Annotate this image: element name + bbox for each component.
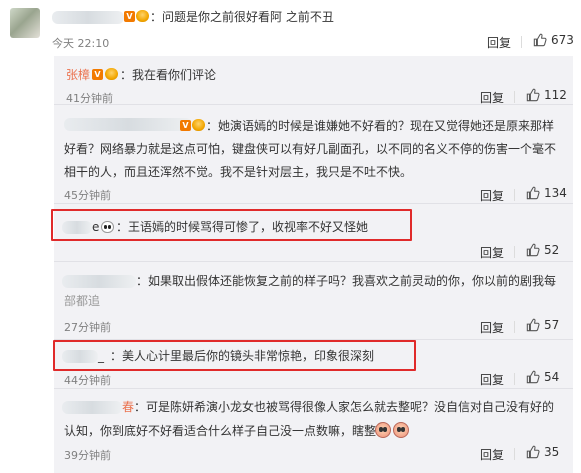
reply-text-line: 部都追 [64,294,101,308]
thumbs-up-icon [526,318,540,332]
like-count: 673 [551,33,574,47]
reply-list: 张樟 V ：我在看你们评论 41分钟前 回复 112 V ：她演语嫣的时候是谁嫌… [54,56,573,473]
like-button[interactable]: 112 [526,88,567,102]
divider [514,373,515,385]
like-count: 134 [544,186,567,200]
reply-button[interactable]: 回复 [480,187,504,204]
level-badge-icon [136,10,149,22]
level-badge-icon [192,119,205,131]
comment-time: 今天 22:10 [52,37,110,50]
comment-text: ：问题是你之前很好看阿 之前不丑 [150,10,334,24]
reply-button[interactable]: 回复 [480,446,504,463]
divider [514,321,515,333]
reply-text-line: ：如果取出假体还能恢复之前的样子吗？我喜欢之前灵动的你，你以前的剧我每 [136,274,557,288]
divider [514,189,515,201]
main-comment: V ：问题是你之前很好看阿 之前不丑 今天 22:10 回复 673 [0,0,581,56]
reply-item: V ：她演语嫣的时候是谁嫌她不好看的？现在又觉得她还是原来那样 好看？网络暴力就… [54,105,573,204]
reply-time: 39分钟前 [64,449,111,462]
highlight-box [51,209,412,241]
reply-item: 张樟 V ：我在看你们评论 41分钟前 回复 112 [54,56,573,105]
like-count: 54 [544,370,560,384]
blurred-username[interactable] [62,275,136,288]
thumbs-up-icon [526,370,540,384]
reply-item: 春 ：可是陈妍希演小龙女也被骂得很像人家怎么就去整呢？没自信对自己没有好的 认知… [54,389,573,473]
reply-text-line: 相干的人，而且还浑然不觉。我不是针对层主，我只是不吐不快。 [64,165,413,179]
shocked-face-icon [375,422,391,438]
reply-text-line: 认知，你到底好不好看适合什么样子自己没一点数嘛，瞎整 [64,424,377,438]
thumbs-up-icon [526,243,540,257]
like-button[interactable]: 57 [526,318,559,332]
reply-button[interactable]: 回复 [480,371,504,388]
divider [514,246,515,258]
avatar[interactable] [10,8,40,38]
vip-badge-icon: V [92,69,103,80]
divider [514,448,515,460]
vip-badge-icon: V [180,120,191,131]
reply-text-line: ：可是陈妍希演小龙女也被骂得很像人家怎么就去整呢？没自信对自己没有好的 [134,400,555,414]
shocked-face-icon [393,422,409,438]
divider [521,36,522,48]
reply-button[interactable]: 回复 [480,319,504,336]
like-button[interactable]: 52 [526,243,559,257]
like-count: 57 [544,318,560,332]
reply-button[interactable]: 回复 [480,244,504,261]
like-button[interactable]: 54 [526,370,559,384]
like-button[interactable]: 673 [533,33,574,47]
reply-text-line: 好看？网络暴力就是这点可怕，键盘侠可以有好几副面孔，以不同的名义不停的伤害一个毫… [64,142,557,156]
like-count: 112 [544,88,567,102]
thumbs-up-icon [526,88,540,102]
reply-time: 27分钟前 [64,321,111,334]
reply-item: ：如果取出假体还能恢复之前的样子吗？我喜欢之前灵动的你，你以前的剧我每 部都追 … [54,262,573,340]
reply-text-line: ：她演语嫣的时候是谁嫌她不好看的？现在又觉得她还是原来那样 [206,119,555,133]
level-badge-icon [105,68,118,80]
reply-username-suffix[interactable]: 春 [122,398,134,416]
reply-button[interactable]: 回复 [487,34,511,51]
like-button[interactable]: 134 [526,186,567,200]
like-button[interactable]: 35 [526,445,559,459]
like-count: 52 [544,243,560,257]
divider [514,91,515,103]
reply-username[interactable]: 张樟 [66,68,90,82]
blurred-username[interactable] [52,11,124,24]
reply-text: ：我在看你们评论 [120,68,217,82]
blurred-username[interactable] [62,401,122,414]
thumbs-up-icon [526,445,540,459]
reply-time: 44分钟前 [64,374,111,387]
blurred-username[interactable] [64,118,192,131]
vip-badge-icon: V [124,11,135,22]
reply-time: 45分钟前 [64,189,111,202]
highlight-box [53,340,416,371]
thumbs-up-icon [526,186,540,200]
like-count: 35 [544,445,560,459]
thumbs-up-icon [533,33,547,47]
